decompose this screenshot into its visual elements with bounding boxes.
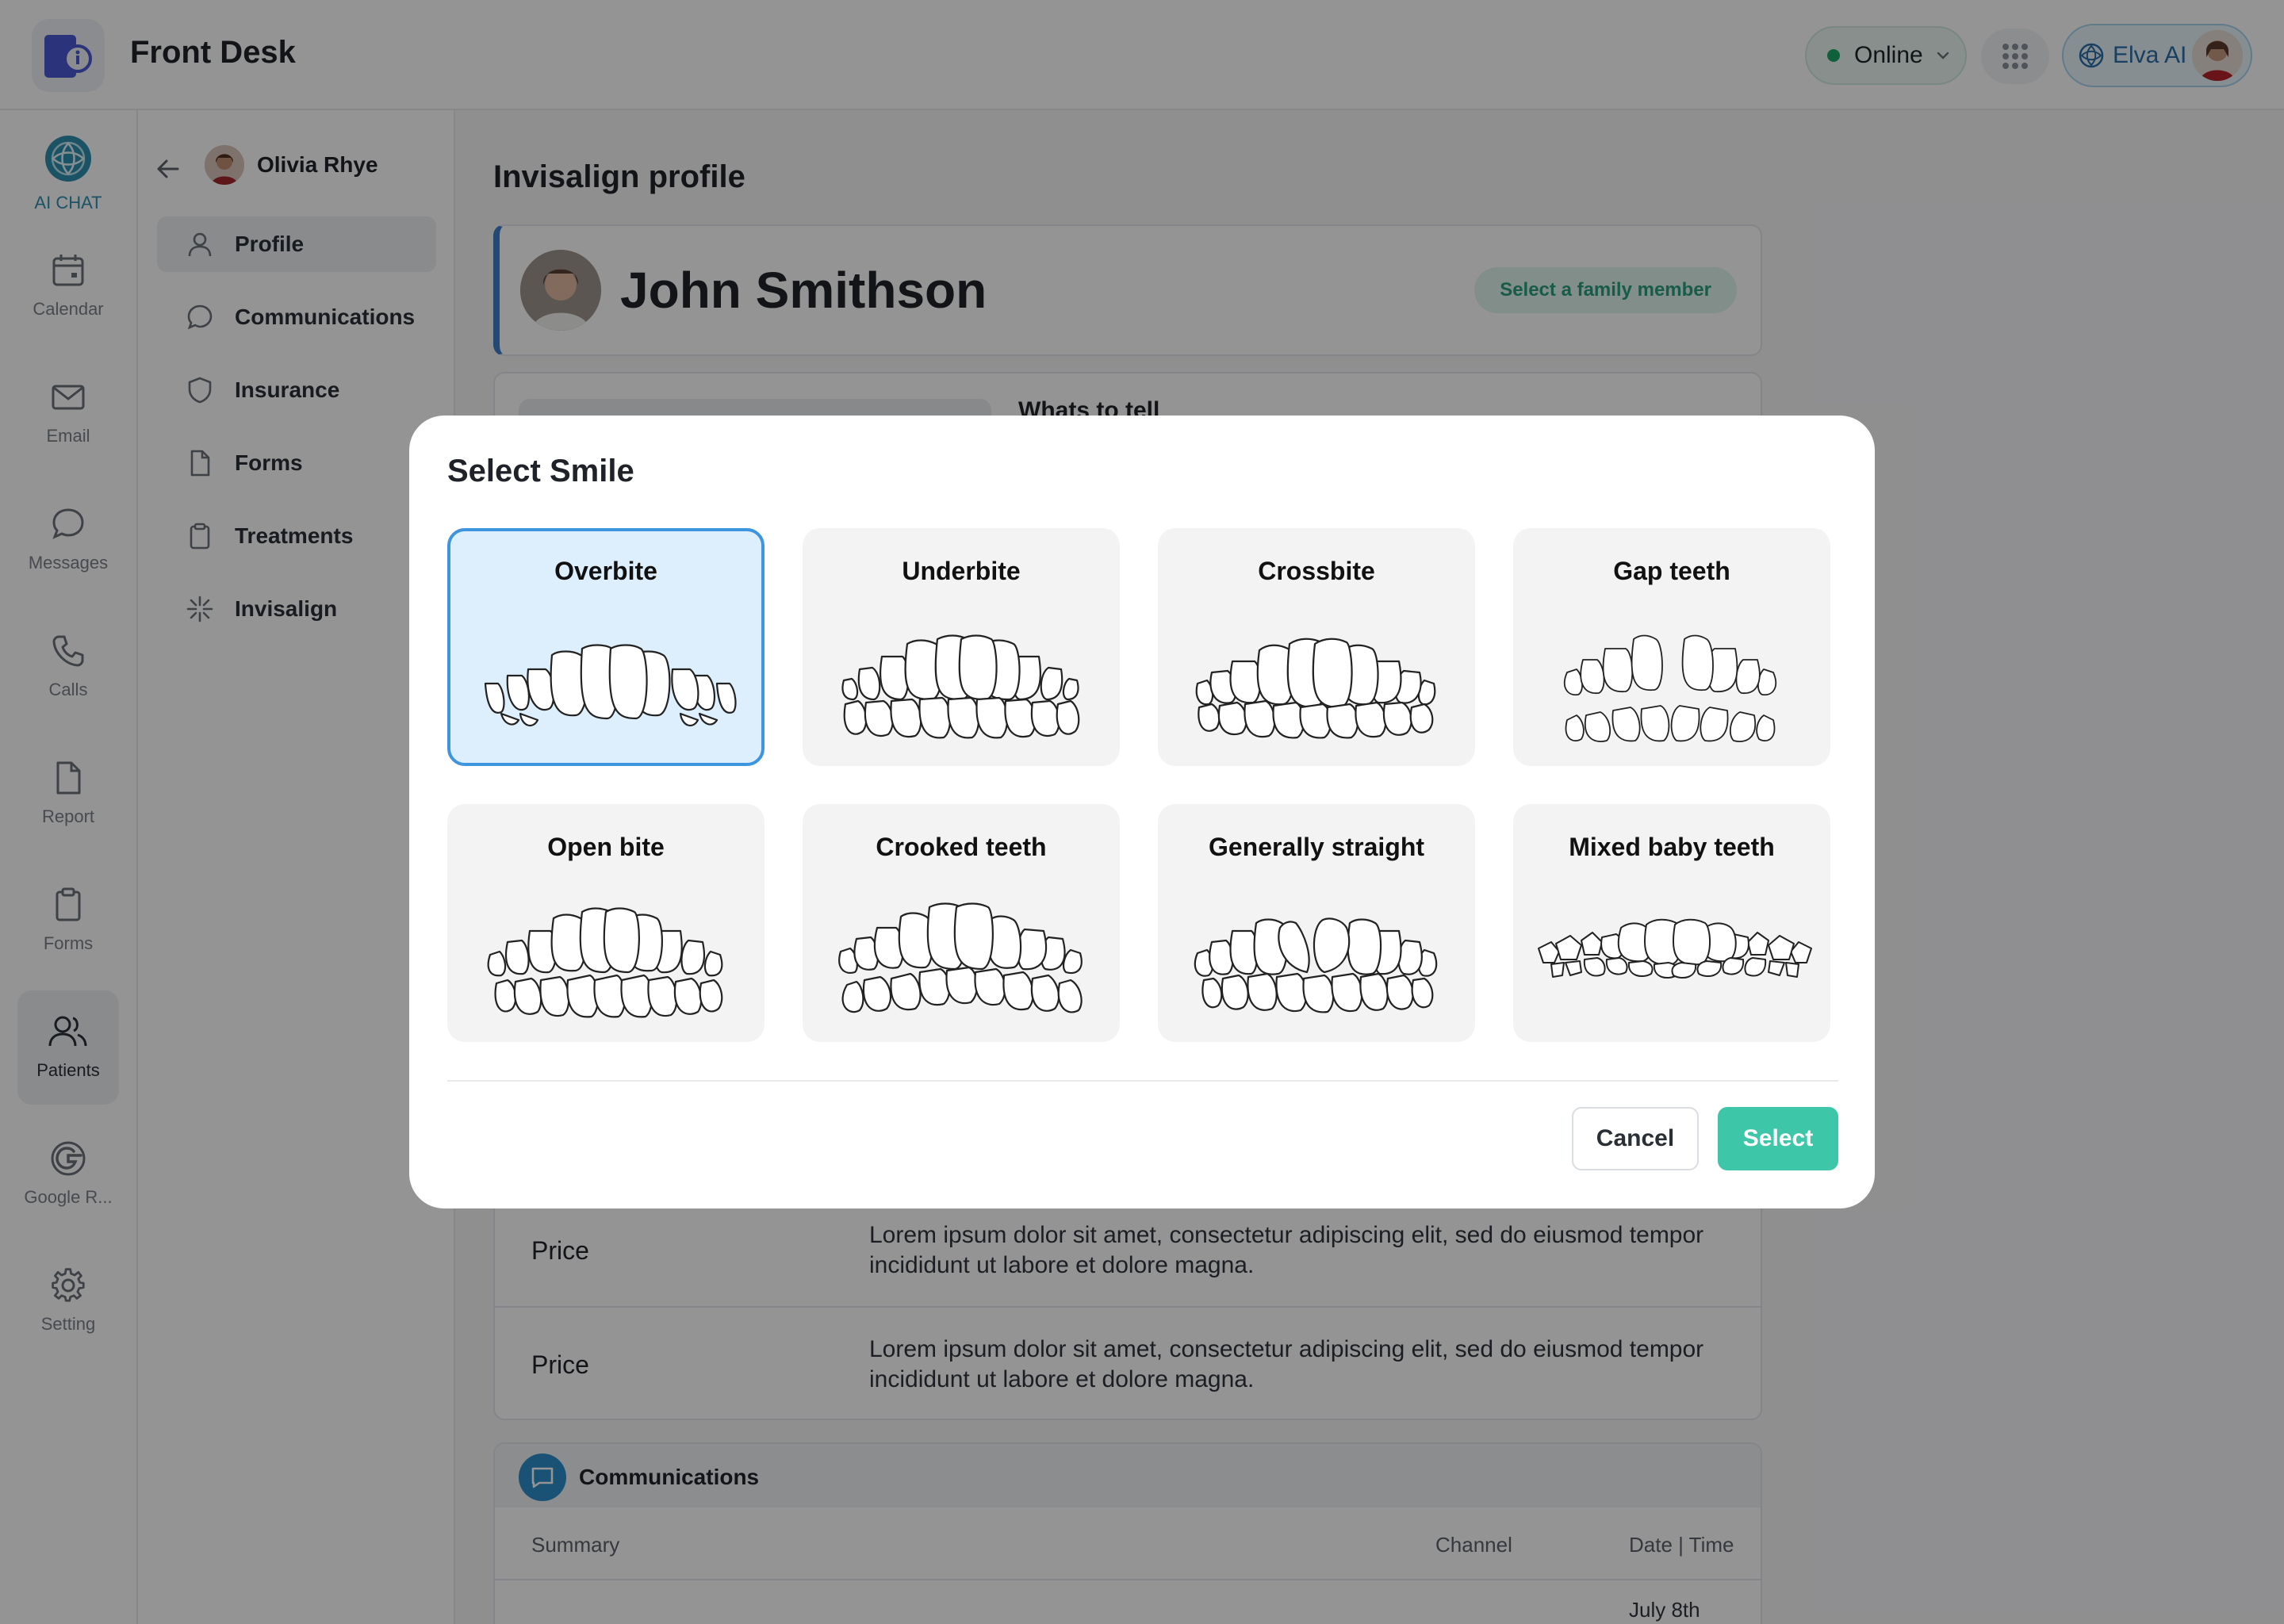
generally-straight-teeth-illustration [1194,917,1438,1013]
dialog-title: Select Smile [447,454,634,488]
smile-option-crooked-teeth[interactable]: Crooked teeth [803,804,1120,1042]
select-smile-dialog: Select Smile Overbite Underbite Crossbit… [409,416,1875,1208]
smile-option-label: Open bite [547,833,665,861]
underbite-teeth-illustration [841,634,1080,739]
cancel-button[interactable]: Cancel [1572,1107,1699,1170]
smile-option-crossbite[interactable]: Crossbite [1158,528,1475,766]
smile-option-label: Gap teeth [1613,557,1730,585]
gap-teeth-illustration [1563,634,1777,742]
smile-option-label: Overbite [554,557,657,585]
open-bite-teeth-illustration [487,907,723,1018]
smile-option-label: Crossbite [1258,557,1375,585]
smile-option-label: Underbite [902,557,1021,585]
smile-option-overbite[interactable]: Overbite [447,528,765,766]
dialog-divider [447,1080,1838,1082]
smile-option-gap-teeth[interactable]: Gap teeth [1513,528,1830,766]
crooked-teeth-illustration [838,902,1083,1013]
smile-option-label: Generally straight [1208,833,1425,861]
smile-option-generally-straight[interactable]: Generally straight [1158,804,1475,1042]
smile-option-mixed-baby-teeth[interactable]: Mixed baby teeth [1513,804,1830,1042]
mixed-baby-teeth-illustration [1538,918,1812,979]
smile-option-underbite[interactable]: Underbite [803,528,1120,766]
select-button[interactable]: Select [1718,1107,1838,1170]
smile-option-label: Crooked teeth [876,833,1047,861]
overbite-teeth-illustration [484,644,737,727]
smile-option-label: Mixed baby teeth [1569,833,1775,861]
smile-option-open-bite[interactable]: Open bite [447,804,765,1042]
crossbite-teeth-illustration [1195,638,1436,739]
